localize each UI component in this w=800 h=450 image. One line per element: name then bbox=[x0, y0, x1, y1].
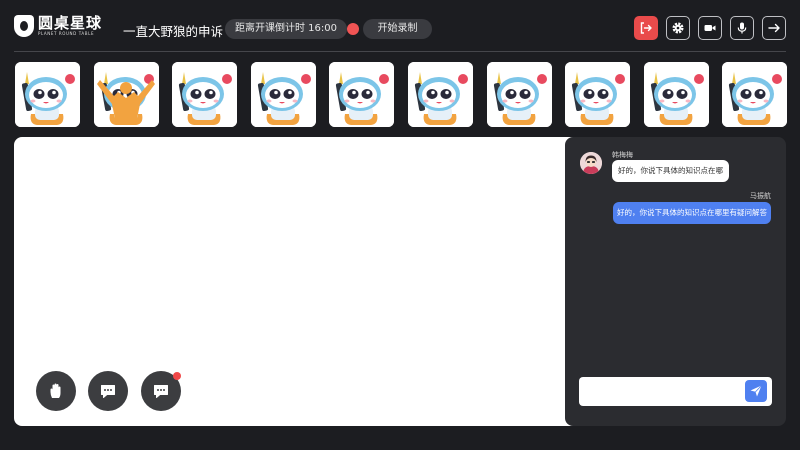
participant-tile[interactable] bbox=[565, 62, 630, 127]
raise-hand-icon bbox=[50, 383, 61, 398]
avatar bbox=[580, 152, 602, 174]
chat-input[interactable] bbox=[579, 377, 772, 406]
participant-tile[interactable] bbox=[251, 62, 316, 127]
brand-logo: 圆桌星球 PLANET ROUND TABLE bbox=[14, 15, 102, 37]
exit-button[interactable] bbox=[634, 16, 658, 40]
notification-dot bbox=[173, 372, 181, 380]
participant-tile[interactable] bbox=[408, 62, 473, 127]
camera-icon bbox=[704, 25, 716, 31]
countdown-badge: 距离开课倒计时 16:00 bbox=[225, 19, 347, 39]
participant-tile[interactable] bbox=[487, 62, 552, 127]
participant-tile[interactable] bbox=[172, 62, 237, 127]
participant-avatar bbox=[251, 62, 316, 127]
chat-panel: 韩梅梅 好的，你说下具体的知识点在哪 马振航 好的，你说下具体的知识点在哪里有疑… bbox=[565, 137, 786, 426]
message-bubble-self: 好的，你说下具体的知识点在哪里有疑问解答 bbox=[613, 202, 771, 224]
next-button[interactable] bbox=[762, 16, 786, 40]
classroom-app: 圆桌星球 PLANET ROUND TABLE 一直大野狼的申诉 距离开课倒计时… bbox=[0, 0, 800, 450]
record-indicator-icon bbox=[347, 23, 359, 35]
chat-notification-icon bbox=[154, 385, 168, 398]
header-divider bbox=[14, 51, 786, 52]
camera-button[interactable] bbox=[698, 16, 722, 40]
participant-tile[interactable] bbox=[15, 62, 80, 127]
participant-avatar bbox=[329, 62, 394, 127]
send-button[interactable] bbox=[745, 380, 767, 402]
arrow-right-icon bbox=[768, 23, 780, 33]
participant-strip bbox=[15, 62, 787, 128]
participant-tile[interactable] bbox=[94, 62, 159, 127]
brand-subtitle: PLANET ROUND TABLE bbox=[38, 31, 95, 36]
header: 圆桌星球 PLANET ROUND TABLE 一直大野狼的申诉 距离开课倒计时… bbox=[0, 0, 800, 52]
chat-notification-button[interactable] bbox=[141, 371, 181, 411]
participant-avatar bbox=[15, 62, 80, 127]
participant-avatar bbox=[644, 62, 709, 127]
raise-hand-button[interactable] bbox=[36, 371, 76, 411]
brand-logo-mark bbox=[14, 15, 34, 37]
participant-avatar bbox=[172, 62, 237, 127]
participant-avatar bbox=[722, 62, 787, 127]
chat-button[interactable] bbox=[88, 371, 128, 411]
chat-bubble-icon bbox=[101, 385, 115, 398]
raised-hand-overlay bbox=[97, 80, 155, 124]
participant-avatar bbox=[487, 62, 552, 127]
gear-icon bbox=[672, 22, 684, 34]
settings-button[interactable] bbox=[666, 16, 690, 40]
participant-avatar bbox=[408, 62, 473, 127]
participant-avatar bbox=[565, 62, 630, 127]
send-icon bbox=[750, 385, 762, 397]
class-title: 一直大野狼的申诉 bbox=[123, 24, 224, 39]
message-sender: 韩梅梅 bbox=[612, 151, 633, 159]
brand-name: 圆桌星球 bbox=[38, 14, 103, 32]
participant-tile[interactable] bbox=[329, 62, 394, 127]
message-sender: 马振航 bbox=[750, 192, 771, 200]
participant-tile[interactable] bbox=[722, 62, 787, 127]
start-recording-button[interactable]: 开始录制 bbox=[363, 19, 432, 39]
exit-icon bbox=[640, 22, 652, 34]
participant-tile[interactable] bbox=[644, 62, 709, 127]
message-bubble: 好的，你说下具体的知识点在哪 bbox=[612, 160, 729, 182]
microphone-button[interactable] bbox=[730, 16, 754, 40]
microphone-icon bbox=[737, 22, 747, 34]
